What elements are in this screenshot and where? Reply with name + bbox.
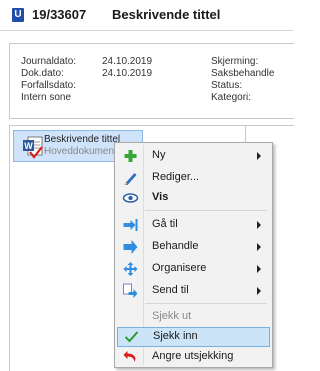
menu-item-label: Organisere	[152, 262, 207, 274]
menu-item-label: Gå til	[152, 218, 178, 230]
menu-item-label: Sjekk ut	[152, 310, 192, 322]
menu-item-label: Ny	[152, 149, 166, 161]
checkmark-icon	[124, 331, 139, 343]
undo-icon	[123, 351, 136, 362]
context-menu: Ny Rediger... Vis Gå til Behandle Organi…	[114, 142, 273, 368]
menu-item-ny[interactable]: Ny	[117, 146, 270, 166]
eye-icon	[122, 193, 139, 203]
organize-icon	[123, 262, 138, 276]
menu-item-organisere[interactable]: Organisere	[117, 259, 270, 279]
menu-item-sjekk-inn[interactable]: Sjekk inn	[117, 327, 270, 347]
submenu-arrow-icon	[257, 221, 261, 229]
pencil-icon	[124, 173, 137, 185]
menu-item-sjekk-ut[interactable]: Sjekk ut	[117, 307, 270, 327]
svg-text:W: W	[24, 141, 33, 151]
menu-item-label: Rediger...	[152, 171, 200, 183]
menu-separator	[145, 210, 267, 211]
menu-separator	[145, 303, 267, 304]
record-title-bar: U 19/33607 Beskrivende tittel	[0, 0, 293, 31]
menu-item-send-til[interactable]: Send til	[117, 281, 270, 301]
menu-item-label: Sjekk inn	[153, 330, 198, 342]
submenu-arrow-icon	[257, 265, 261, 273]
record-number: 19/33607	[32, 7, 87, 22]
process-arrow-icon	[123, 240, 138, 254]
menu-item-rediger[interactable]: Rediger...	[117, 168, 270, 188]
dokdato-value: 24.10.2019	[102, 68, 153, 79]
document-title: Beskrivende tittel	[44, 134, 121, 145]
kategori-label: Kategori:	[211, 92, 252, 103]
status-label: Status:	[211, 80, 243, 91]
journaldato-value: 24.10.2019	[102, 56, 153, 67]
submenu-arrow-icon	[257, 243, 261, 251]
menu-item-label: Send til	[152, 284, 189, 296]
journaldato-label: Journaldato:	[21, 56, 77, 67]
record-type-badge: U	[12, 8, 24, 22]
dokdato-label: Dok.dato:	[21, 68, 64, 79]
document-subtitle: Hoveddokument	[44, 146, 117, 157]
saksbehandler-label: Saksbehandle	[211, 68, 275, 79]
submenu-arrow-icon	[257, 152, 261, 160]
menu-item-label: Behandle	[152, 240, 199, 252]
go-to-icon	[123, 219, 138, 231]
menu-item-ga-til[interactable]: Gå til	[117, 215, 270, 235]
menu-item-vis[interactable]: Vis	[117, 188, 270, 208]
forfallsdato-label: Forfallsdato:	[21, 80, 77, 91]
menu-item-behandle[interactable]: Behandle	[117, 237, 270, 257]
record-title: Beskrivende tittel	[112, 7, 221, 22]
menu-item-angre-utsjekking[interactable]: Angre utsjekking	[117, 347, 270, 367]
intern-sone-label: Intern sone	[21, 92, 72, 103]
menu-item-label: Vis	[152, 191, 169, 203]
send-to-icon	[123, 283, 138, 298]
word-document-icon: W	[23, 136, 43, 159]
plus-icon	[124, 150, 137, 162]
metadata-panel: Journaldato: 24.10.2019 Dok.dato: 24.10.…	[9, 43, 294, 119]
submenu-arrow-icon	[257, 287, 261, 295]
menu-item-label: Angre utsjekking	[152, 350, 234, 362]
skjerming-label: Skjerming:	[211, 56, 259, 67]
